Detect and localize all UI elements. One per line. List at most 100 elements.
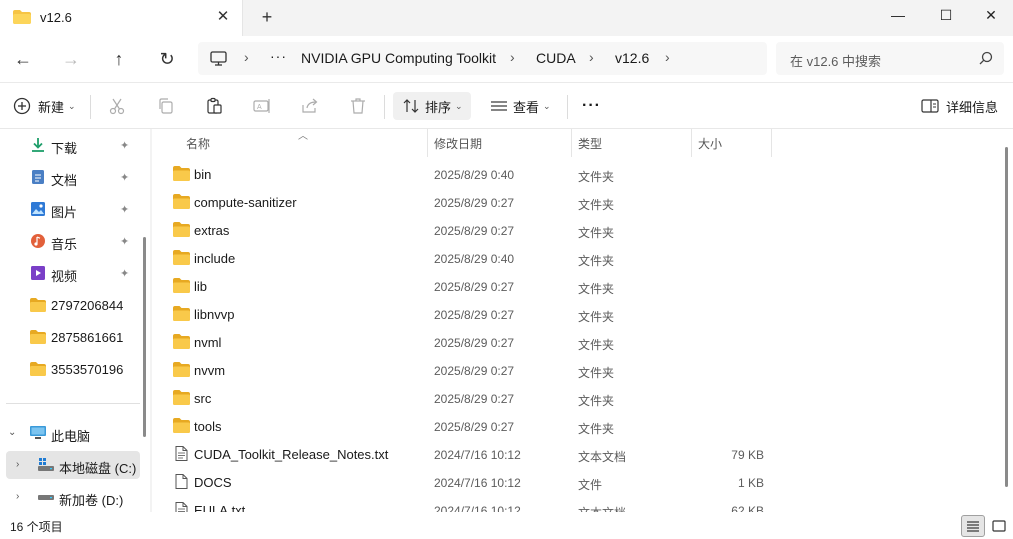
file-row[interactable]: compute-sanitizer 2025/8/29 0:27 文件夹 xyxy=(164,188,994,216)
sidebar-item-label: 视频 xyxy=(51,269,78,284)
folder-icon xyxy=(173,250,190,265)
column-divider[interactable] xyxy=(771,129,772,157)
view-lines-icon xyxy=(491,101,507,111)
column-divider[interactable] xyxy=(571,129,572,157)
close-window-button[interactable]: ✕ xyxy=(968,0,1013,30)
new-button[interactable]: 新建 ⌄ xyxy=(12,92,76,120)
details-label: 详细信息 xyxy=(946,99,999,115)
file-name: compute-sanitizer xyxy=(194,195,297,210)
cut-button[interactable] xyxy=(107,92,127,120)
maximize-button[interactable]: ☐ xyxy=(923,0,969,30)
view-button[interactable]: 查看 ⌄ xyxy=(489,92,551,120)
back-button[interactable]: ← xyxy=(7,44,39,74)
sidebar-item-pictures[interactable]: 图片 ✦ xyxy=(0,195,142,223)
breadcrumb-separator[interactable]: › xyxy=(665,49,670,65)
share-button[interactable] xyxy=(300,92,320,120)
sidebar-item-videos[interactable]: 视频 ✦ xyxy=(0,259,142,287)
sidebar-item-folder-2875861661[interactable]: 2875861661 xyxy=(0,323,142,351)
sidebar-item-downloads[interactable]: 下载 ✦ xyxy=(0,131,142,159)
sidebar-item-folder-3553570196[interactable]: 3553570196 xyxy=(0,355,142,383)
file-row[interactable]: lib 2025/8/29 0:27 文件夹 xyxy=(164,272,994,300)
address-bar[interactable]: › ··· NVIDIA GPU Computing Toolkit › CUD… xyxy=(198,42,767,75)
large-icons-view-button[interactable] xyxy=(987,515,1011,537)
file-size: 1 KB xyxy=(737,476,764,490)
folder-icon xyxy=(30,330,46,344)
breadcrumb-separator: › xyxy=(589,49,594,65)
tab-v12-6[interactable]: v12.6 ✕ xyxy=(0,0,243,36)
file-row[interactable]: EULA.txt 2024/7/16 10:12 文本文档 62 KB xyxy=(164,496,994,512)
sidebar-item-label: 本地磁盘 (C:) xyxy=(59,461,137,476)
chevron-down-icon[interactable]: ⌄ xyxy=(8,427,16,438)
up-button[interactable]: ↑ xyxy=(103,44,135,74)
file-row[interactable]: CUDA_Toolkit_Release_Notes.txt 2024/7/16 … xyxy=(164,440,994,468)
file-date: 2025/8/29 0:40 xyxy=(434,252,515,266)
document-icon xyxy=(32,170,44,184)
sidebar-item-documents[interactable]: 文档 ✦ xyxy=(0,163,142,191)
pin-icon: ✦ xyxy=(120,204,130,216)
details-view-button[interactable] xyxy=(961,515,985,537)
sort-button[interactable]: 排序 ⌄ xyxy=(393,92,471,120)
delete-button[interactable] xyxy=(348,92,368,120)
file-row[interactable]: libnvvp 2025/8/29 0:27 文件夹 xyxy=(164,300,994,328)
file-row[interactable]: src 2025/8/29 0:27 文件夹 xyxy=(164,384,994,412)
column-header-size[interactable]: 大小 xyxy=(698,129,722,157)
file-name: tools xyxy=(194,419,222,434)
file-row[interactable]: include 2025/8/29 0:40 文件夹 xyxy=(164,244,994,272)
column-divider[interactable] xyxy=(691,129,692,157)
column-header-name[interactable]: 名称 xyxy=(186,129,210,157)
folder-icon xyxy=(173,222,190,237)
chevron-right-icon[interactable]: › xyxy=(16,491,19,502)
forward-button[interactable]: → xyxy=(55,44,87,74)
breadcrumb-more-button[interactable]: ··· xyxy=(270,48,287,64)
column-header-modified[interactable]: 修改日期 xyxy=(434,129,482,157)
breadcrumb-item-cuda[interactable]: CUDA xyxy=(536,50,576,66)
file-row[interactable]: DOCS 2024/7/16 10:12 文件 1 KB xyxy=(164,468,994,496)
folder-icon xyxy=(173,334,190,349)
new-tab-button[interactable]: + xyxy=(256,6,278,28)
more-options-button[interactable]: ··· xyxy=(582,92,601,120)
close-tab-icon[interactable]: ✕ xyxy=(214,8,232,26)
breadcrumb-separator: › xyxy=(510,49,515,65)
breadcrumb-item-toolkit[interactable]: NVIDIA GPU Computing Toolkit xyxy=(301,50,496,66)
file-row[interactable]: extras 2025/8/29 0:27 文件夹 xyxy=(164,216,994,244)
file-type: 文件夹 xyxy=(578,310,615,324)
sidebar-item-drive-d[interactable]: › 新加卷 (D:) xyxy=(0,483,142,511)
search-input[interactable]: 在 v12.6 中搜索 xyxy=(776,42,1004,75)
status-bar: 16 个项目 xyxy=(0,512,1013,539)
file-row[interactable]: nvvm 2025/8/29 0:27 文件夹 xyxy=(164,356,994,384)
folder-icon xyxy=(13,10,31,24)
text-file-icon xyxy=(175,446,188,461)
picture-icon xyxy=(31,202,45,216)
sidebar-scrollbar[interactable] xyxy=(143,237,146,437)
column-divider[interactable] xyxy=(427,129,428,157)
rename-button[interactable]: A xyxy=(252,92,272,120)
scissors-icon xyxy=(109,98,125,115)
minimize-button[interactable]: — xyxy=(875,0,921,30)
sidebar-item-this-pc[interactable]: ⌄ 此电脑 xyxy=(0,419,142,447)
file-row[interactable]: nvml 2025/8/29 0:27 文件夹 xyxy=(164,328,994,356)
column-header-type[interactable]: 类型 xyxy=(578,129,602,157)
file-date: 2024/7/16 10:12 xyxy=(434,448,521,462)
details-view-icon xyxy=(967,521,979,532)
copy-button[interactable] xyxy=(156,92,176,120)
sidebar-item-folder-2797206844[interactable]: 2797206844 xyxy=(0,291,142,319)
sidebar-item-music[interactable]: 音乐 ✦ xyxy=(0,227,142,255)
sort-icon xyxy=(403,99,419,113)
drive-icon xyxy=(38,458,54,471)
chevron-right-icon[interactable]: › xyxy=(16,459,19,470)
clipboard-icon xyxy=(207,97,222,114)
file-row[interactable]: bin 2025/8/29 0:40 文件夹 xyxy=(164,160,994,188)
sidebar-item-drive-c[interactable]: › 本地磁盘 (C:) xyxy=(6,451,140,479)
file-row[interactable]: tools 2025/8/29 0:27 文件夹 xyxy=(164,412,994,440)
folder-icon xyxy=(173,418,190,433)
title-bar: v12.6 ✕ + — ☐ ✕ xyxy=(0,0,1013,36)
refresh-button[interactable]: ↻ xyxy=(151,44,183,74)
breadcrumb-item-v12-6[interactable]: v12.6 xyxy=(615,50,649,66)
pin-icon: ✦ xyxy=(120,140,130,152)
paste-button[interactable] xyxy=(204,92,224,120)
pin-icon: ✦ xyxy=(120,236,130,248)
sidebar-item-label: 音乐 xyxy=(51,237,78,252)
details-pane-button[interactable]: 详细信息 xyxy=(920,92,998,120)
file-list-scrollbar[interactable] xyxy=(1005,147,1008,487)
file-type: 文件夹 xyxy=(578,226,615,240)
